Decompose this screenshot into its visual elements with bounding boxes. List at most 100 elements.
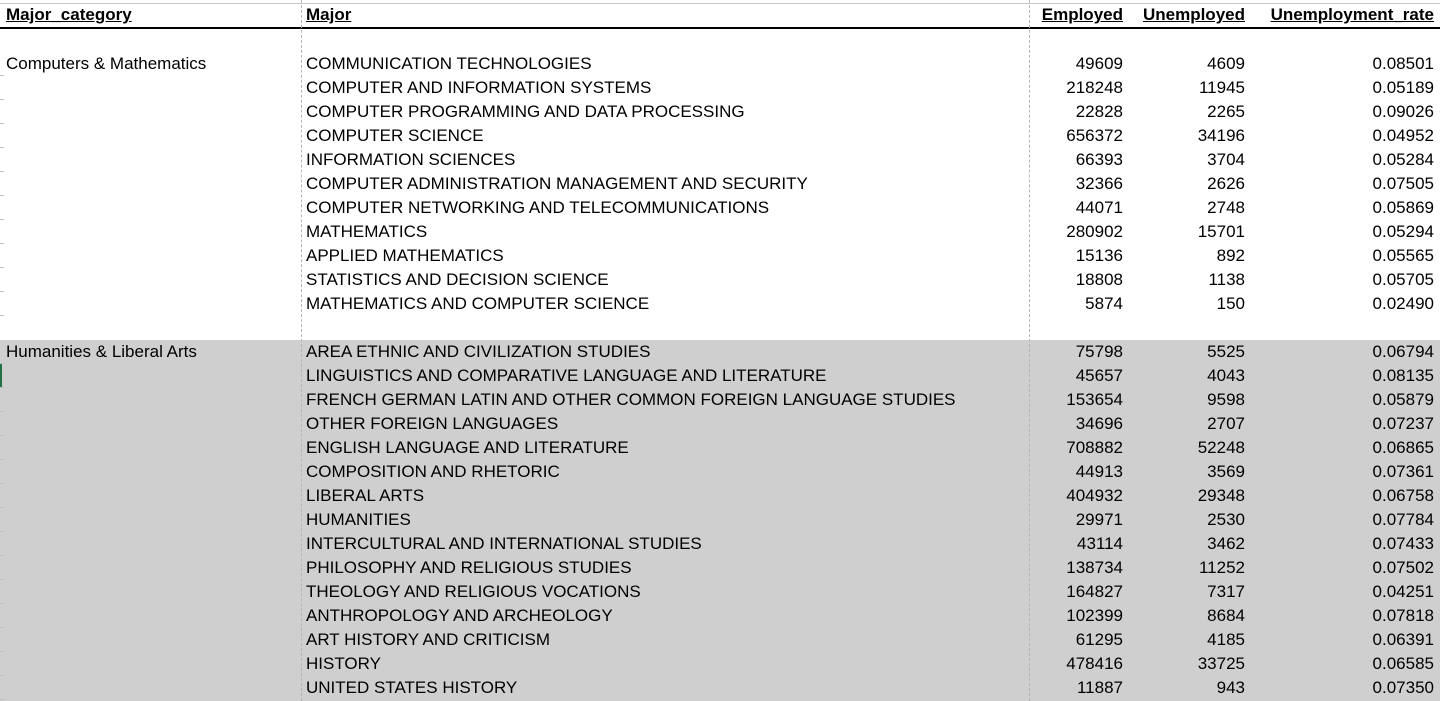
employed-cell[interactable]: 66393	[1030, 148, 1123, 172]
unemployment-rate-cell[interactable]: 0.07818	[1250, 604, 1434, 628]
unemployment-rate-cell[interactable]: 0.07361	[1250, 460, 1434, 484]
employed-cell[interactable]: 656372	[1030, 124, 1123, 148]
major-cell[interactable]: COMPUTER ADMINISTRATION MANAGEMENT AND S…	[306, 172, 808, 196]
unemployment-rate-cell[interactable]: 0.06758	[1250, 484, 1434, 508]
category-cell[interactable]: Humanities & Liberal Arts	[6, 340, 197, 364]
unemployment-rate-cell[interactable]: 0.07237	[1250, 412, 1434, 436]
unemployment-rate-cell[interactable]: 0.05879	[1250, 388, 1434, 412]
unemployment-rate-cell[interactable]: 0.08135	[1250, 364, 1434, 388]
unemployed-cell[interactable]: 2626	[1128, 172, 1245, 196]
employed-cell[interactable]: 45657	[1030, 364, 1123, 388]
major-cell[interactable]: FRENCH GERMAN LATIN AND OTHER COMMON FOR…	[306, 388, 956, 412]
unemployment-rate-cell[interactable]: 0.09026	[1250, 100, 1434, 124]
unemployment-rate-cell[interactable]: 0.07502	[1250, 556, 1434, 580]
employed-cell[interactable]: 102399	[1030, 604, 1123, 628]
major-cell[interactable]: LINGUISTICS AND COMPARATIVE LANGUAGE AND…	[306, 364, 826, 388]
employed-cell[interactable]: 34696	[1030, 412, 1123, 436]
unemployed-cell[interactable]: 8684	[1128, 604, 1245, 628]
unemployed-cell[interactable]: 2265	[1128, 100, 1245, 124]
major-cell[interactable]: COMPUTER SCIENCE	[306, 124, 484, 148]
major-cell[interactable]: UNITED STATES HISTORY	[306, 676, 517, 700]
employed-cell[interactable]: 75798	[1030, 340, 1123, 364]
unemployment-rate-cell[interactable]: 0.05294	[1250, 220, 1434, 244]
unemployed-cell[interactable]: 5525	[1128, 340, 1245, 364]
major-cell[interactable]: COMPOSITION AND RHETORIC	[306, 460, 560, 484]
unemployed-cell[interactable]: 892	[1128, 244, 1245, 268]
unemployment-rate-cell[interactable]: 0.06585	[1250, 652, 1434, 676]
employed-cell[interactable]: 61295	[1030, 628, 1123, 652]
major-cell[interactable]: MATHEMATICS	[306, 220, 427, 244]
major-cell[interactable]: COMPUTER AND INFORMATION SYSTEMS	[306, 76, 651, 100]
header-employed[interactable]: Employed	[1030, 3, 1123, 27]
category-cell[interactable]: Computers & Mathematics	[6, 52, 206, 76]
major-cell[interactable]: LIBERAL ARTS	[306, 484, 424, 508]
unemployed-cell[interactable]: 11252	[1128, 556, 1245, 580]
unemployment-rate-cell[interactable]: 0.05869	[1250, 196, 1434, 220]
unemployed-cell[interactable]: 3569	[1128, 460, 1245, 484]
unemployment-rate-cell[interactable]: 0.05705	[1250, 268, 1434, 292]
unemployed-cell[interactable]: 11945	[1128, 76, 1245, 100]
employed-cell[interactable]: 15136	[1030, 244, 1123, 268]
major-cell[interactable]: COMPUTER PROGRAMMING AND DATA PROCESSING	[306, 100, 745, 124]
major-cell[interactable]: ENGLISH LANGUAGE AND LITERATURE	[306, 436, 629, 460]
employed-cell[interactable]: 44913	[1030, 460, 1123, 484]
unemployed-cell[interactable]: 7317	[1128, 580, 1245, 604]
employed-cell[interactable]: 708882	[1030, 436, 1123, 460]
unemployment-rate-cell[interactable]: 0.05189	[1250, 76, 1434, 100]
unemployment-rate-cell[interactable]: 0.07433	[1250, 532, 1434, 556]
unemployment-rate-cell[interactable]: 0.07505	[1250, 172, 1434, 196]
unemployment-rate-cell[interactable]: 0.04952	[1250, 124, 1434, 148]
major-cell[interactable]: HISTORY	[306, 652, 381, 676]
unemployed-cell[interactable]: 34196	[1128, 124, 1245, 148]
major-cell[interactable]: OTHER FOREIGN LANGUAGES	[306, 412, 558, 436]
major-cell[interactable]: COMMUNICATION TECHNOLOGIES	[306, 52, 592, 76]
employed-cell[interactable]: 43114	[1030, 532, 1123, 556]
unemployment-rate-cell[interactable]: 0.04251	[1250, 580, 1434, 604]
employed-cell[interactable]: 5874	[1030, 292, 1123, 316]
employed-cell[interactable]: 11887	[1030, 676, 1123, 700]
employed-cell[interactable]: 164827	[1030, 580, 1123, 604]
major-cell[interactable]: INTERCULTURAL AND INTERNATIONAL STUDIES	[306, 532, 702, 556]
unemployed-cell[interactable]: 2707	[1128, 412, 1245, 436]
unemployed-cell[interactable]: 2748	[1128, 196, 1245, 220]
employed-cell[interactable]: 138734	[1030, 556, 1123, 580]
major-cell[interactable]: INFORMATION SCIENCES	[306, 148, 515, 172]
unemployed-cell[interactable]: 3704	[1128, 148, 1245, 172]
unemployed-cell[interactable]: 29348	[1128, 484, 1245, 508]
major-cell[interactable]: MATHEMATICS AND COMPUTER SCIENCE	[306, 292, 649, 316]
employed-cell[interactable]: 153654	[1030, 388, 1123, 412]
unemployed-cell[interactable]: 52248	[1128, 436, 1245, 460]
employed-cell[interactable]: 29971	[1030, 508, 1123, 532]
employed-cell[interactable]: 18808	[1030, 268, 1123, 292]
unemployed-cell[interactable]: 3462	[1128, 532, 1245, 556]
major-cell[interactable]: COMPUTER NETWORKING AND TELECOMMUNICATIO…	[306, 196, 769, 220]
header-major[interactable]: Major	[306, 3, 351, 27]
unemployment-rate-cell[interactable]: 0.06794	[1250, 340, 1434, 364]
employed-cell[interactable]: 478416	[1030, 652, 1123, 676]
unemployed-cell[interactable]: 4609	[1128, 52, 1245, 76]
employed-cell[interactable]: 404932	[1030, 484, 1123, 508]
employed-cell[interactable]: 44071	[1030, 196, 1123, 220]
employed-cell[interactable]: 32366	[1030, 172, 1123, 196]
unemployment-rate-cell[interactable]: 0.08501	[1250, 52, 1434, 76]
major-cell[interactable]: AREA ETHNIC AND CIVILIZATION STUDIES	[306, 340, 650, 364]
header-unemployment-rate[interactable]: Unemployment_rate	[1250, 3, 1434, 27]
unemployed-cell[interactable]: 9598	[1128, 388, 1245, 412]
unemployment-rate-cell[interactable]: 0.07784	[1250, 508, 1434, 532]
unemployed-cell[interactable]: 150	[1128, 292, 1245, 316]
unemployed-cell[interactable]: 4043	[1128, 364, 1245, 388]
unemployment-rate-cell[interactable]: 0.05565	[1250, 244, 1434, 268]
major-cell[interactable]: THEOLOGY AND RELIGIOUS VOCATIONS	[306, 580, 641, 604]
unemployed-cell[interactable]: 4185	[1128, 628, 1245, 652]
employed-cell[interactable]: 22828	[1030, 100, 1123, 124]
major-cell[interactable]: APPLIED MATHEMATICS	[306, 244, 504, 268]
unemployed-cell[interactable]: 2530	[1128, 508, 1245, 532]
unemployed-cell[interactable]: 943	[1128, 676, 1245, 700]
unemployed-cell[interactable]: 1138	[1128, 268, 1245, 292]
employed-cell[interactable]: 218248	[1030, 76, 1123, 100]
header-major-category[interactable]: Major_category	[6, 3, 132, 27]
unemployed-cell[interactable]: 15701	[1128, 220, 1245, 244]
spreadsheet[interactable]: Major_category Major Employed Unemployed…	[0, 0, 1440, 701]
unemployment-rate-cell[interactable]: 0.05284	[1250, 148, 1434, 172]
employed-cell[interactable]: 280902	[1030, 220, 1123, 244]
